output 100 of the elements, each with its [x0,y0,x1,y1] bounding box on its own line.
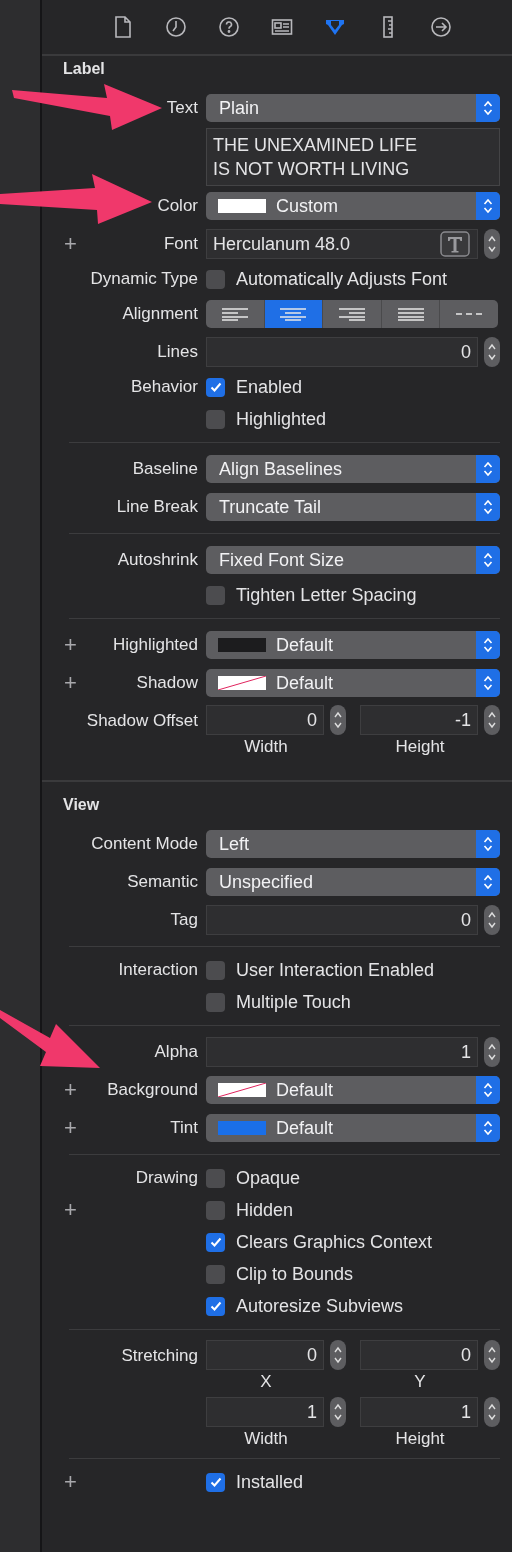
popup-button[interactable]: Default [206,669,500,697]
add-button[interactable]: + [64,1115,77,1141]
number-field[interactable]: 1 [360,1397,478,1427]
field-label: Shadow Offset [86,711,198,731]
checkbox[interactable] [206,992,225,1012]
text-area[interactable]: THE UNEXAMINED LIFE IS NOT WORTH LIVING [206,128,500,186]
checkbox[interactable] [206,269,225,289]
stepper[interactable] [330,1340,346,1370]
popup-button[interactable]: Plain [206,94,500,122]
number-field[interactable]: 0 [206,905,478,935]
popup-button[interactable]: Left [206,830,500,858]
chevron-up-down-icon [483,1120,493,1136]
chevron-up-down-icon [483,675,493,691]
stepper[interactable] [484,1397,500,1427]
checkbox[interactable] [206,1232,225,1252]
field-label: Alpha [154,1042,198,1062]
section-title: View [62,795,101,815]
stepper[interactable] [330,1397,346,1427]
add-button[interactable]: + [64,632,77,658]
field-label: Line Break [116,497,198,517]
chevron-up-down-icon [483,836,493,852]
field-label: Interaction [118,960,198,980]
checkbox-label: Opaque [236,1167,301,1189]
checkbox-label: Clip to Bounds [236,1263,354,1285]
stepper[interactable] [330,705,346,735]
checkbox-label: Tighten Letter Spacing [236,584,417,606]
field-caption: Height [395,737,445,757]
field-caption: Width [244,737,288,757]
add-button[interactable]: + [64,670,77,696]
popup-button[interactable]: Fixed Font Size [206,546,500,574]
popup-button[interactable]: Truncate Tail [206,493,500,521]
no-color-swatch [218,676,266,690]
popup-button[interactable]: Align Baselines [206,455,500,483]
checkbox[interactable] [206,1200,225,1220]
add-button[interactable]: + [64,1197,77,1223]
checkbox-label: Autoresize Subviews [236,1295,404,1317]
font-field[interactable]: Herculanum 48.0 [206,229,478,259]
field-label: Font [163,234,198,254]
field-label: Stretching [121,1346,198,1366]
file-icon[interactable] [112,15,134,39]
popup-button[interactable]: Custom [206,192,500,220]
field-label: Color [157,196,198,216]
checkbox[interactable] [206,960,225,980]
font-picker-icon[interactable] [440,231,470,257]
field-caption: Height [395,1429,445,1449]
checkbox-label: Enabled [236,376,303,398]
chevron-up-down-icon [483,499,493,515]
field-label: Background [107,1080,198,1100]
section-title: Label [62,59,106,79]
field-label: Autoshrink [117,550,198,570]
popup-button[interactable]: Default [206,631,500,659]
number-field[interactable]: 0 [206,705,324,735]
chevron-up-down-icon [483,100,493,116]
checkbox-label: Highlighted [236,408,327,430]
align-center-icon[interactable] [263,300,323,328]
help-icon[interactable] [218,15,240,39]
checkmark-icon [208,1235,223,1249]
checkbox[interactable] [206,377,225,397]
add-button[interactable]: + [64,231,77,257]
stepper[interactable] [484,1340,500,1370]
arrow-circle-icon[interactable] [430,15,452,39]
field-label: Text [166,98,198,118]
field-label: Highlighted [112,635,198,655]
add-button[interactable]: + [64,1469,77,1495]
popup-button[interactable]: Default [206,1114,500,1142]
no-color-swatch [218,1083,266,1097]
field-label: Semantic [127,872,198,892]
field-label: Alignment [122,304,198,324]
number-field[interactable]: -1 [360,705,478,735]
field-label: Tint [170,1118,198,1138]
checkbox[interactable] [206,1168,225,1188]
chevron-up-down-icon [483,198,493,214]
stepper[interactable] [484,705,500,735]
stepper[interactable] [484,905,500,935]
checkbox-label: Multiple Touch [236,991,351,1013]
checkbox-label: User Interaction Enabled [236,959,435,981]
checkbox[interactable] [206,1296,225,1316]
number-field[interactable]: 1 [206,1397,324,1427]
stepper[interactable] [484,229,500,259]
stepper[interactable] [484,337,500,367]
chevron-up-down-icon [483,1082,493,1098]
number-field[interactable]: 0 [206,1340,324,1370]
checkbox[interactable] [206,1264,225,1284]
number-field[interactable]: 1 [206,1037,478,1067]
field-label: Tag [170,910,198,930]
field-label: Drawing [135,1168,198,1188]
popup-button[interactable]: Unspecified [206,868,500,896]
checkbox[interactable] [206,409,225,429]
chevron-up-down-icon [483,552,493,568]
number-field[interactable]: 0 [206,337,478,367]
clock-icon[interactable] [165,15,187,39]
add-button[interactable]: + [64,1077,77,1103]
chevron-up-down-icon [483,637,493,653]
checkbox-label: Clears Graphics Context [236,1231,433,1253]
checkbox[interactable] [206,1472,225,1492]
checkmark-icon [208,380,223,394]
popup-button[interactable]: Default [206,1076,500,1104]
stepper[interactable] [484,1037,500,1067]
checkbox[interactable] [206,585,225,605]
number-field[interactable]: 0 [360,1340,478,1370]
